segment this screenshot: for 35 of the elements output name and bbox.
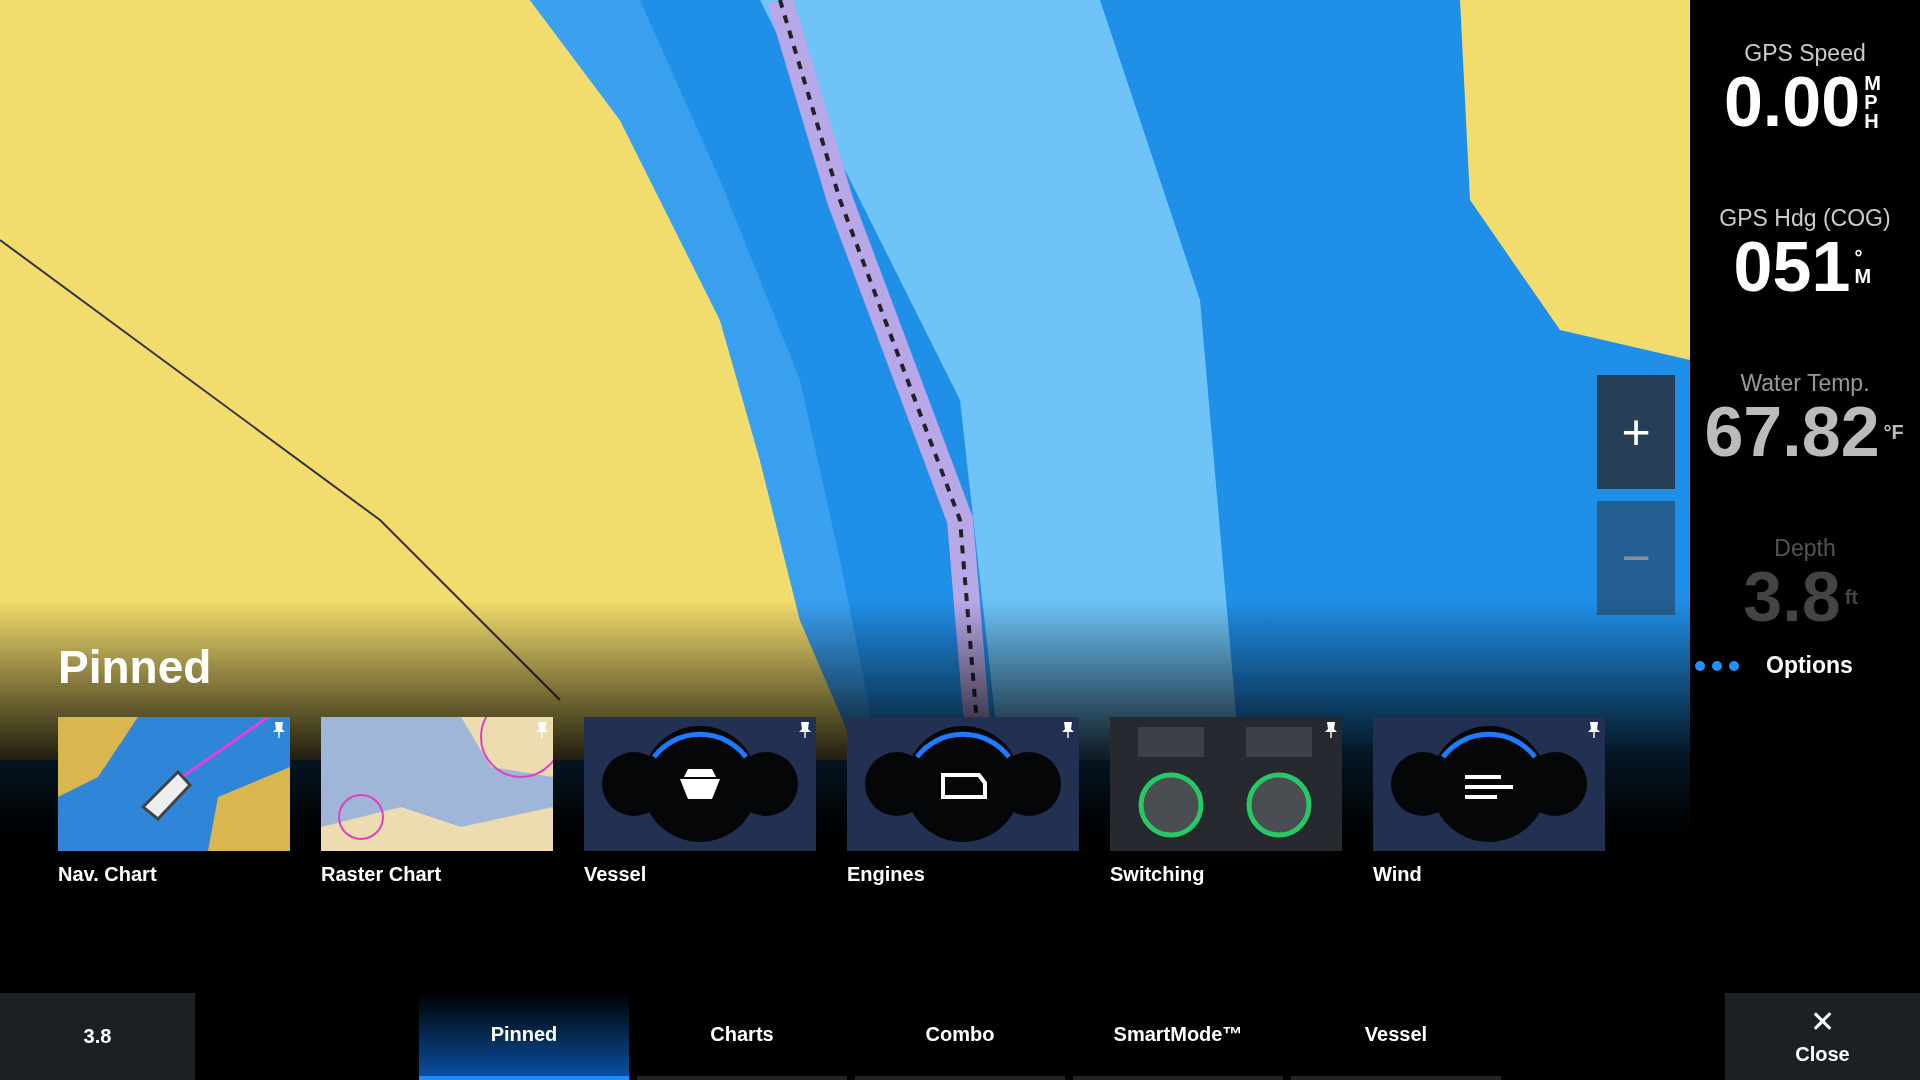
- readout-label: Water Temp.: [1740, 370, 1870, 397]
- thumbnail-label: Vessel: [584, 863, 648, 886]
- pin-icon: [1061, 721, 1075, 739]
- options-button[interactable]: Options: [1766, 652, 1853, 679]
- thumbnail-label: Raster Chart: [321, 863, 443, 886]
- tab[interactable]: Combo: [855, 993, 1065, 1080]
- thumbnail-label: Wind: [1373, 863, 1423, 886]
- pin-icon: [798, 721, 812, 739]
- readout-value: 0.00: [1723, 67, 1861, 137]
- pin-icon: [535, 721, 549, 739]
- readout-unit: ft: [1844, 587, 1859, 607]
- drawer-title: Pinned: [58, 640, 213, 694]
- pin-icon: [1587, 721, 1601, 739]
- more-icon: [1694, 659, 1740, 672]
- tab[interactable]: Charts: [637, 993, 847, 1080]
- tab[interactable]: Vessel: [1291, 993, 1501, 1080]
- pin-icon: [1324, 721, 1338, 739]
- tab[interactable]: SmartMode™: [1073, 993, 1283, 1080]
- pin-icon: [272, 721, 286, 739]
- close-button[interactable]: ✕ Close: [1725, 993, 1920, 1080]
- readout-value: 051: [1733, 232, 1851, 302]
- depth-cell[interactable]: 3.8: [0, 993, 195, 1080]
- readout-label: Depth: [1774, 535, 1836, 562]
- thumbnail-label: Nav. Chart: [58, 863, 158, 886]
- zoom-button[interactable]: +: [1597, 375, 1675, 489]
- readout-value: 3.8: [1743, 562, 1841, 632]
- readout-unit: MPH: [1864, 73, 1882, 131]
- readout-label: GPS Speed: [1744, 40, 1866, 67]
- readout-unit: °M: [1854, 248, 1873, 286]
- readout-unit: °F: [1883, 422, 1905, 442]
- readout-value: 67.82: [1704, 397, 1880, 467]
- readout-label: GPS Hdg (COG): [1719, 205, 1891, 232]
- thumbnail-label: Switching: [1110, 863, 1206, 886]
- tab[interactable]: Pinned: [419, 993, 629, 1080]
- thumbnail-label: Engines: [847, 863, 926, 886]
